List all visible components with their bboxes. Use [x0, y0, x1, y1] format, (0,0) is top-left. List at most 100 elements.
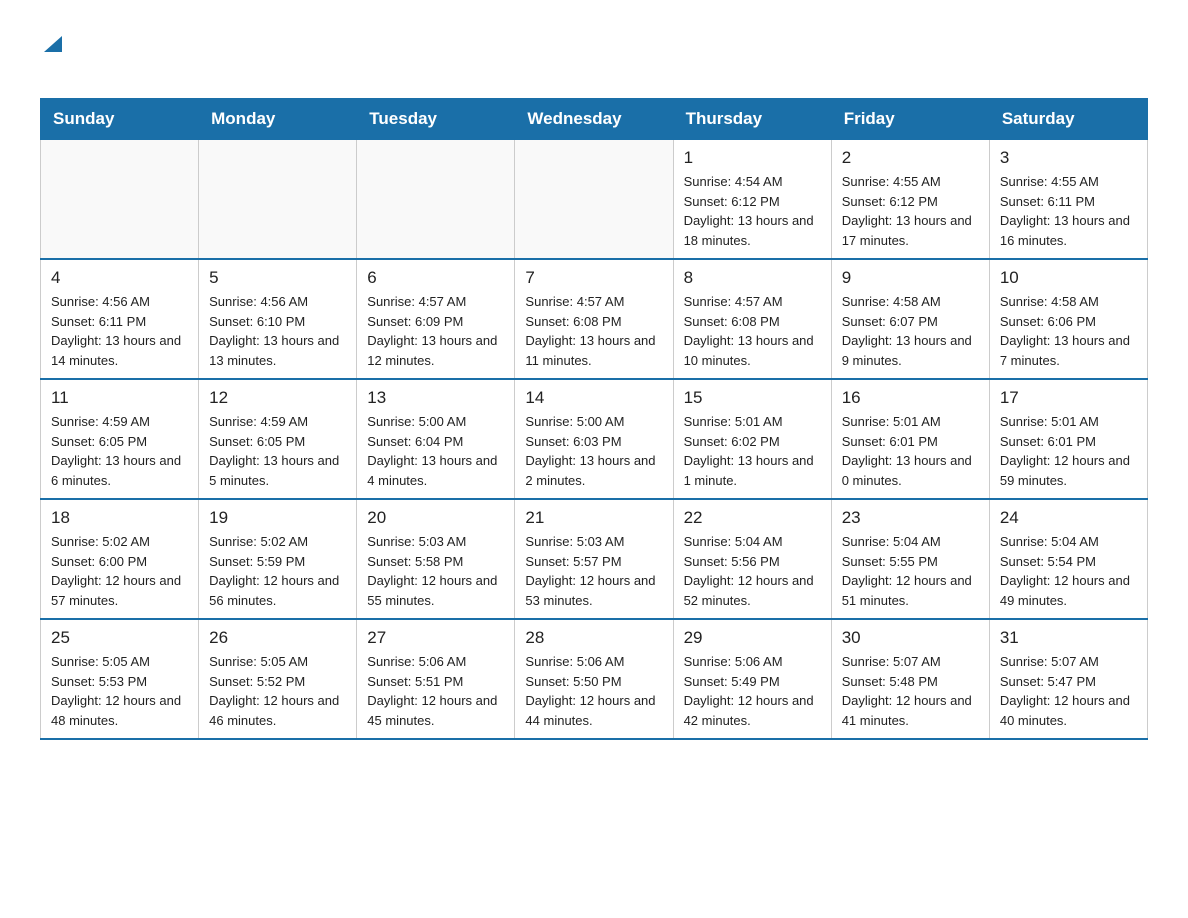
calendar-week-row: 25 Sunrise: 5:05 AMSunset: 5:53 PMDayligh…	[41, 619, 1148, 739]
day-number: 4	[51, 268, 188, 288]
day-number: 27	[367, 628, 504, 648]
day-number: 2	[842, 148, 979, 168]
day-info: Sunrise: 4:57 AMSunset: 6:08 PMDaylight:…	[684, 292, 821, 370]
day-number: 12	[209, 388, 346, 408]
day-header-saturday: Saturday	[989, 99, 1147, 140]
calendar-cell: 9Sunrise: 4:58 AMSunset: 6:07 PMDaylight…	[831, 259, 989, 379]
header	[40, 30, 1148, 90]
calendar-table: SundayMondayTuesdayWednesdayThursdayFrid…	[40, 98, 1148, 740]
calendar-week-row: 1 Sunrise: 4:54 AMSunset: 6:12 PMDaylight…	[41, 140, 1148, 260]
calendar-cell: 14Sunrise: 5:00 AMSunset: 6:03 PMDayligh…	[515, 379, 673, 499]
calendar-header-row: SundayMondayTuesdayWednesdayThursdayFrid…	[41, 99, 1148, 140]
day-info: Sunrise: 5:02 AMSunset: 6:00 PMDaylight:…	[51, 532, 188, 610]
calendar-cell: 16 Sunrise: 5:01 AMSunset: 6:01 PMDayligh…	[831, 379, 989, 499]
day-number: 26	[209, 628, 346, 648]
calendar-cell: 11 Sunrise: 4:59 AMSunset: 6:05 PMDayligh…	[41, 379, 199, 499]
calendar-cell: 5Sunrise: 4:56 AMSunset: 6:10 PMDaylight…	[199, 259, 357, 379]
calendar-cell: 8 Sunrise: 4:57 AMSunset: 6:08 PMDaylight…	[673, 259, 831, 379]
calendar-cell: 28 Sunrise: 5:06 AMSunset: 5:50 PMDayligh…	[515, 619, 673, 739]
day-info: Sunrise: 5:06 AMSunset: 5:50 PMDaylight:…	[525, 652, 662, 730]
day-number: 17	[1000, 388, 1137, 408]
day-info: Sunrise: 4:54 AMSunset: 6:12 PMDaylight:…	[684, 172, 821, 250]
day-number: 30	[842, 628, 979, 648]
calendar-cell: 2 Sunrise: 4:55 AMSunset: 6:12 PMDaylight…	[831, 140, 989, 260]
calendar-cell: 26 Sunrise: 5:05 AMSunset: 5:52 PMDayligh…	[199, 619, 357, 739]
calendar-cell: 4 Sunrise: 4:56 AMSunset: 6:11 PMDaylight…	[41, 259, 199, 379]
calendar-cell: 3Sunrise: 4:55 AMSunset: 6:11 PMDaylight…	[989, 140, 1147, 260]
calendar-cell: 30 Sunrise: 5:07 AMSunset: 5:48 PMDayligh…	[831, 619, 989, 739]
day-info: Sunrise: 5:06 AMSunset: 5:49 PMDaylight:…	[684, 652, 821, 730]
day-number: 16	[842, 388, 979, 408]
calendar-cell: 29 Sunrise: 5:06 AMSunset: 5:49 PMDayligh…	[673, 619, 831, 739]
calendar-cell: 27 Sunrise: 5:06 AMSunset: 5:51 PMDayligh…	[357, 619, 515, 739]
day-info: Sunrise: 5:04 AMSunset: 5:55 PMDaylight:…	[842, 532, 979, 610]
day-info: Sunrise: 5:03 AMSunset: 5:57 PMDaylight:…	[525, 532, 662, 610]
calendar-cell: 25 Sunrise: 5:05 AMSunset: 5:53 PMDayligh…	[41, 619, 199, 739]
day-info: Sunrise: 5:05 AMSunset: 5:53 PMDaylight:…	[51, 652, 188, 730]
day-info: Sunrise: 5:04 AMSunset: 5:54 PMDaylight:…	[1000, 532, 1137, 610]
day-info: Sunrise: 5:07 AMSunset: 5:47 PMDaylight:…	[1000, 652, 1137, 730]
day-info: Sunrise: 4:58 AMSunset: 6:07 PMDaylight:…	[842, 292, 979, 370]
day-number: 29	[684, 628, 821, 648]
day-number: 14	[525, 388, 662, 408]
day-info: Sunrise: 5:01 AMSunset: 6:01 PMDaylight:…	[842, 412, 979, 490]
calendar-cell: 23 Sunrise: 5:04 AMSunset: 5:55 PMDayligh…	[831, 499, 989, 619]
day-number: 24	[1000, 508, 1137, 528]
calendar-cell: 19Sunrise: 5:02 AMSunset: 5:59 PMDayligh…	[199, 499, 357, 619]
day-number: 28	[525, 628, 662, 648]
day-info: Sunrise: 4:55 AMSunset: 6:12 PMDaylight:…	[842, 172, 979, 250]
calendar-cell: 10Sunrise: 4:58 AMSunset: 6:06 PMDayligh…	[989, 259, 1147, 379]
day-info: Sunrise: 4:57 AMSunset: 6:09 PMDaylight:…	[367, 292, 504, 370]
day-number: 25	[51, 628, 188, 648]
day-number: 1	[684, 148, 821, 168]
day-info: Sunrise: 5:01 AMSunset: 6:01 PMDaylight:…	[1000, 412, 1137, 490]
calendar-cell: 17 Sunrise: 5:01 AMSunset: 6:01 PMDayligh…	[989, 379, 1147, 499]
page-container: SundayMondayTuesdayWednesdayThursdayFrid…	[40, 30, 1148, 740]
day-info: Sunrise: 4:56 AMSunset: 6:11 PMDaylight:…	[51, 292, 188, 370]
calendar-cell: 18Sunrise: 5:02 AMSunset: 6:00 PMDayligh…	[41, 499, 199, 619]
logo-triangle-icon	[42, 34, 64, 56]
day-number: 10	[1000, 268, 1137, 288]
day-header-thursday: Thursday	[673, 99, 831, 140]
day-header-friday: Friday	[831, 99, 989, 140]
day-info: Sunrise: 4:57 AMSunset: 6:08 PMDaylight:…	[525, 292, 662, 370]
calendar-cell: 20 Sunrise: 5:03 AMSunset: 5:58 PMDayligh…	[357, 499, 515, 619]
day-info: Sunrise: 5:04 AMSunset: 5:56 PMDaylight:…	[684, 532, 821, 610]
day-number: 15	[684, 388, 821, 408]
day-info: Sunrise: 4:56 AMSunset: 6:10 PMDaylight:…	[209, 292, 346, 370]
day-number: 22	[684, 508, 821, 528]
calendar-cell: 15 Sunrise: 5:01 AMSunset: 6:02 PMDayligh…	[673, 379, 831, 499]
day-info: Sunrise: 4:59 AMSunset: 6:05 PMDaylight:…	[51, 412, 188, 490]
day-number: 20	[367, 508, 504, 528]
day-number: 31	[1000, 628, 1137, 648]
calendar-cell	[515, 140, 673, 260]
day-header-tuesday: Tuesday	[357, 99, 515, 140]
day-info: Sunrise: 5:06 AMSunset: 5:51 PMDaylight:…	[367, 652, 504, 730]
day-info: Sunrise: 5:07 AMSunset: 5:48 PMDaylight:…	[842, 652, 979, 730]
calendar-cell: 1 Sunrise: 4:54 AMSunset: 6:12 PMDaylight…	[673, 140, 831, 260]
day-info: Sunrise: 5:00 AMSunset: 6:04 PMDaylight:…	[367, 412, 504, 490]
day-number: 11	[51, 388, 188, 408]
calendar-week-row: 4 Sunrise: 4:56 AMSunset: 6:11 PMDaylight…	[41, 259, 1148, 379]
calendar-week-row: 11 Sunrise: 4:59 AMSunset: 6:05 PMDayligh…	[41, 379, 1148, 499]
calendar-cell	[41, 140, 199, 260]
calendar-cell: 24 Sunrise: 5:04 AMSunset: 5:54 PMDayligh…	[989, 499, 1147, 619]
day-number: 7	[525, 268, 662, 288]
day-number: 8	[684, 268, 821, 288]
day-header-wednesday: Wednesday	[515, 99, 673, 140]
day-info: Sunrise: 5:03 AMSunset: 5:58 PMDaylight:…	[367, 532, 504, 610]
calendar-cell	[199, 140, 357, 260]
day-header-sunday: Sunday	[41, 99, 199, 140]
day-info: Sunrise: 4:59 AMSunset: 6:05 PMDaylight:…	[209, 412, 346, 490]
day-number: 13	[367, 388, 504, 408]
calendar-cell: 7 Sunrise: 4:57 AMSunset: 6:08 PMDaylight…	[515, 259, 673, 379]
day-info: Sunrise: 4:55 AMSunset: 6:11 PMDaylight:…	[1000, 172, 1137, 250]
day-info: Sunrise: 5:01 AMSunset: 6:02 PMDaylight:…	[684, 412, 821, 490]
calendar-week-row: 18Sunrise: 5:02 AMSunset: 6:00 PMDayligh…	[41, 499, 1148, 619]
calendar-cell	[357, 140, 515, 260]
day-number: 23	[842, 508, 979, 528]
calendar-cell: 22 Sunrise: 5:04 AMSunset: 5:56 PMDayligh…	[673, 499, 831, 619]
calendar-cell: 21 Sunrise: 5:03 AMSunset: 5:57 PMDayligh…	[515, 499, 673, 619]
day-info: Sunrise: 5:05 AMSunset: 5:52 PMDaylight:…	[209, 652, 346, 730]
day-number: 21	[525, 508, 662, 528]
